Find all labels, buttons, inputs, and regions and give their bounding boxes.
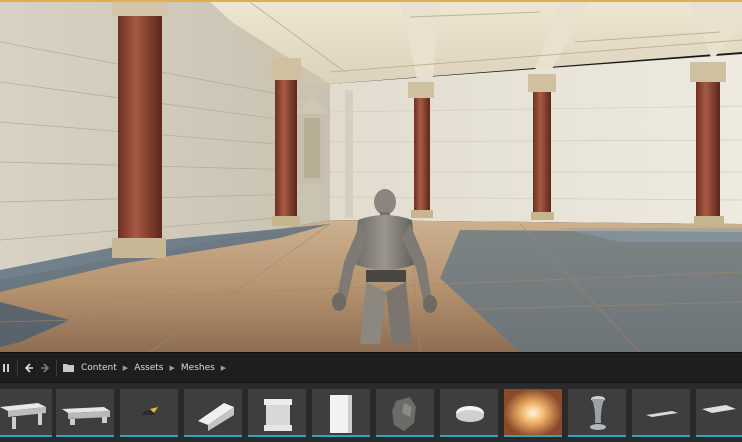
- tall-block-mesh-icon: [312, 389, 370, 435]
- chevron-right-icon[interactable]: ▶: [167, 364, 176, 372]
- arrow-left-icon[interactable]: [21, 358, 37, 378]
- asset-thumbnail-strip: [0, 382, 742, 442]
- asset-tile[interactable]: [0, 389, 52, 437]
- folder-icon[interactable]: [60, 358, 77, 378]
- arrow-right-icon[interactable]: [37, 358, 53, 378]
- breadcrumb-meshes[interactable]: Meshes: [177, 363, 219, 373]
- toolbar-divider: [56, 359, 57, 376]
- asset-tile[interactable]: [120, 389, 178, 437]
- breadcrumb-assets[interactable]: Assets: [130, 363, 167, 373]
- toolbar-divider: [17, 359, 18, 376]
- round-disc-mesh-icon: [440, 389, 498, 435]
- bench-slab-mesh-icon: [0, 389, 52, 435]
- light-burst-icon: [504, 389, 562, 435]
- chevron-right-icon[interactable]: ▶: [121, 364, 130, 372]
- asset-tile[interactable]: [440, 389, 498, 437]
- panel-toggle-icon[interactable]: [0, 358, 14, 378]
- asset-tile[interactable]: [248, 389, 306, 437]
- flat-plane-mesh-icon: [632, 389, 690, 435]
- breadcrumb-content[interactable]: Content: [77, 363, 121, 373]
- asset-tile[interactable]: [632, 389, 690, 437]
- viewport-scene: [0, 2, 742, 352]
- asset-tile[interactable]: [504, 389, 562, 437]
- asset-tile[interactable]: [184, 389, 242, 437]
- bench-mesh-icon: [56, 389, 114, 435]
- wedge-block-mesh-icon: [184, 389, 242, 435]
- small-prop-mesh-icon: [120, 389, 178, 435]
- asset-tile[interactable]: [376, 389, 434, 437]
- partial-mesh-icon: [696, 389, 742, 435]
- rock-mesh-icon: [376, 389, 434, 435]
- asset-tile[interactable]: [696, 389, 742, 437]
- chevron-right-icon[interactable]: ▶: [219, 364, 228, 372]
- asset-tile[interactable]: [56, 389, 114, 437]
- vase-mesh-icon: [568, 389, 626, 435]
- content-browser-path-bar: Content ▶ Assets ▶ Meshes ▶: [0, 352, 742, 382]
- asset-tile[interactable]: [312, 389, 370, 437]
- level-viewport[interactable]: [0, 0, 742, 352]
- asset-tile[interactable]: [568, 389, 626, 437]
- pedestal-mesh-icon: [248, 389, 306, 435]
